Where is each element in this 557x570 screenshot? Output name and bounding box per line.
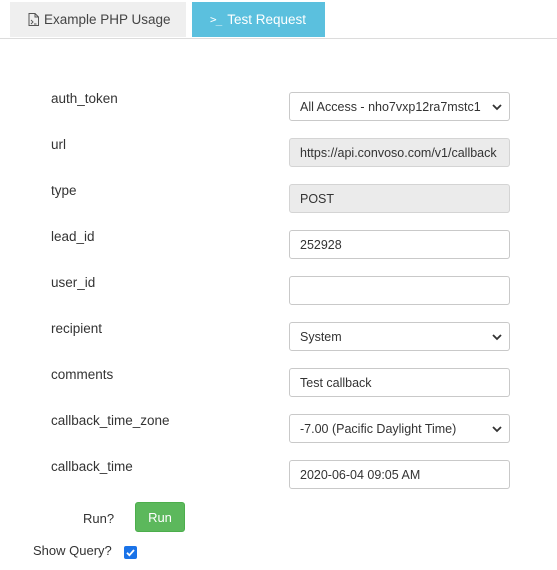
run-button[interactable]: Run xyxy=(135,502,185,532)
tab-label: Test Request xyxy=(227,12,307,27)
chevron-down-icon xyxy=(492,104,502,111)
user-id-field[interactable] xyxy=(289,276,510,305)
show-query-checkbox[interactable] xyxy=(124,546,137,559)
row-lead-id: lead_id 252928 xyxy=(0,229,557,259)
type-label: type xyxy=(51,183,77,198)
user-id-label: user_id xyxy=(51,275,96,290)
run-label: Run? xyxy=(83,511,115,526)
row-comments: comments Test callback xyxy=(0,367,557,397)
lead-id-field[interactable]: 252928 xyxy=(289,230,510,259)
callback-time-zone-select[interactable]: -7.00 (Pacific Daylight Time) xyxy=(289,414,510,443)
callback-time-label: callback_time xyxy=(51,459,133,474)
recipient-select[interactable]: System xyxy=(289,322,510,351)
comments-label: comments xyxy=(51,367,114,382)
auth-token-label: auth_token xyxy=(51,91,118,106)
url-field[interactable]: https://api.convoso.com/v1/callback xyxy=(289,138,510,167)
terminal-icon: >_ xyxy=(210,13,222,26)
row-user-id: user_id xyxy=(0,275,557,305)
auth-token-select[interactable]: All Access - nho7vxp12ra7mstc1 xyxy=(289,92,510,121)
lead-id-label: lead_id xyxy=(51,229,95,244)
url-label: url xyxy=(51,137,67,152)
checkmark-icon xyxy=(126,549,135,557)
show-query-label: Show Query? xyxy=(33,543,112,558)
type-field[interactable]: POST xyxy=(289,184,510,213)
row-url: url https://api.convoso.com/v1/callback xyxy=(0,137,557,167)
callback-time-field[interactable]: 2020-06-04 09:05 AM xyxy=(289,460,510,489)
row-auth-token: auth_token All Access - nho7vxp12ra7mstc… xyxy=(0,91,557,121)
row-callback-time: callback_time 2020-06-04 09:05 AM xyxy=(0,459,557,489)
comments-field[interactable]: Test callback xyxy=(289,368,510,397)
recipient-label: recipient xyxy=(51,321,103,336)
chevron-down-icon xyxy=(492,334,502,341)
callback-time-zone-label: callback_time_zone xyxy=(51,413,170,428)
row-callback-time-zone: callback_time_zone -7.00 (Pacific Daylig… xyxy=(0,413,557,443)
chevron-down-icon xyxy=(492,426,502,433)
php-file-icon xyxy=(28,13,39,26)
tab-test-request[interactable]: >_ Test Request xyxy=(192,2,325,37)
tab-label: Example PHP Usage xyxy=(44,12,171,27)
tab-bar: Example PHP Usage >_ Test Request xyxy=(0,0,557,39)
row-type: type POST xyxy=(0,183,557,213)
tab-example-php-usage[interactable]: Example PHP Usage xyxy=(10,2,186,37)
row-recipient: recipient System xyxy=(0,321,557,351)
